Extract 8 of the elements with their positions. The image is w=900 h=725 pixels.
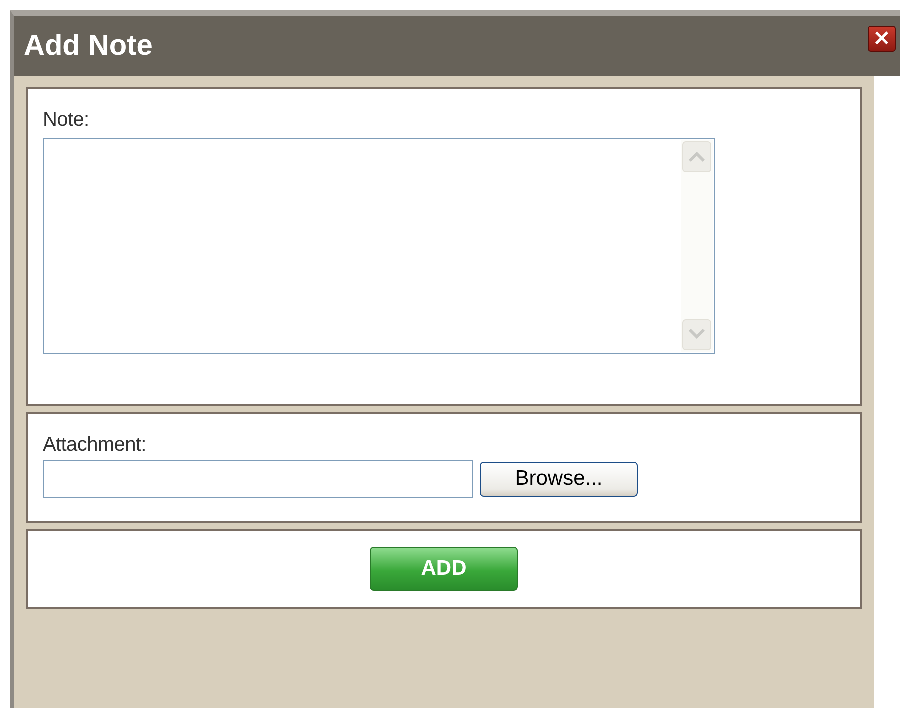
- attachment-field[interactable]: [43, 460, 473, 498]
- note-field[interactable]: [43, 138, 715, 354]
- attachment-label: Attachment:: [43, 434, 148, 457]
- note-label: Note:: [43, 109, 90, 132]
- window-title: Add Note: [24, 30, 153, 62]
- browse-button[interactable]: Browse...: [480, 462, 638, 496]
- scrollbar-icon: [681, 140, 713, 352]
- close-button[interactable]: ×: [868, 26, 896, 52]
